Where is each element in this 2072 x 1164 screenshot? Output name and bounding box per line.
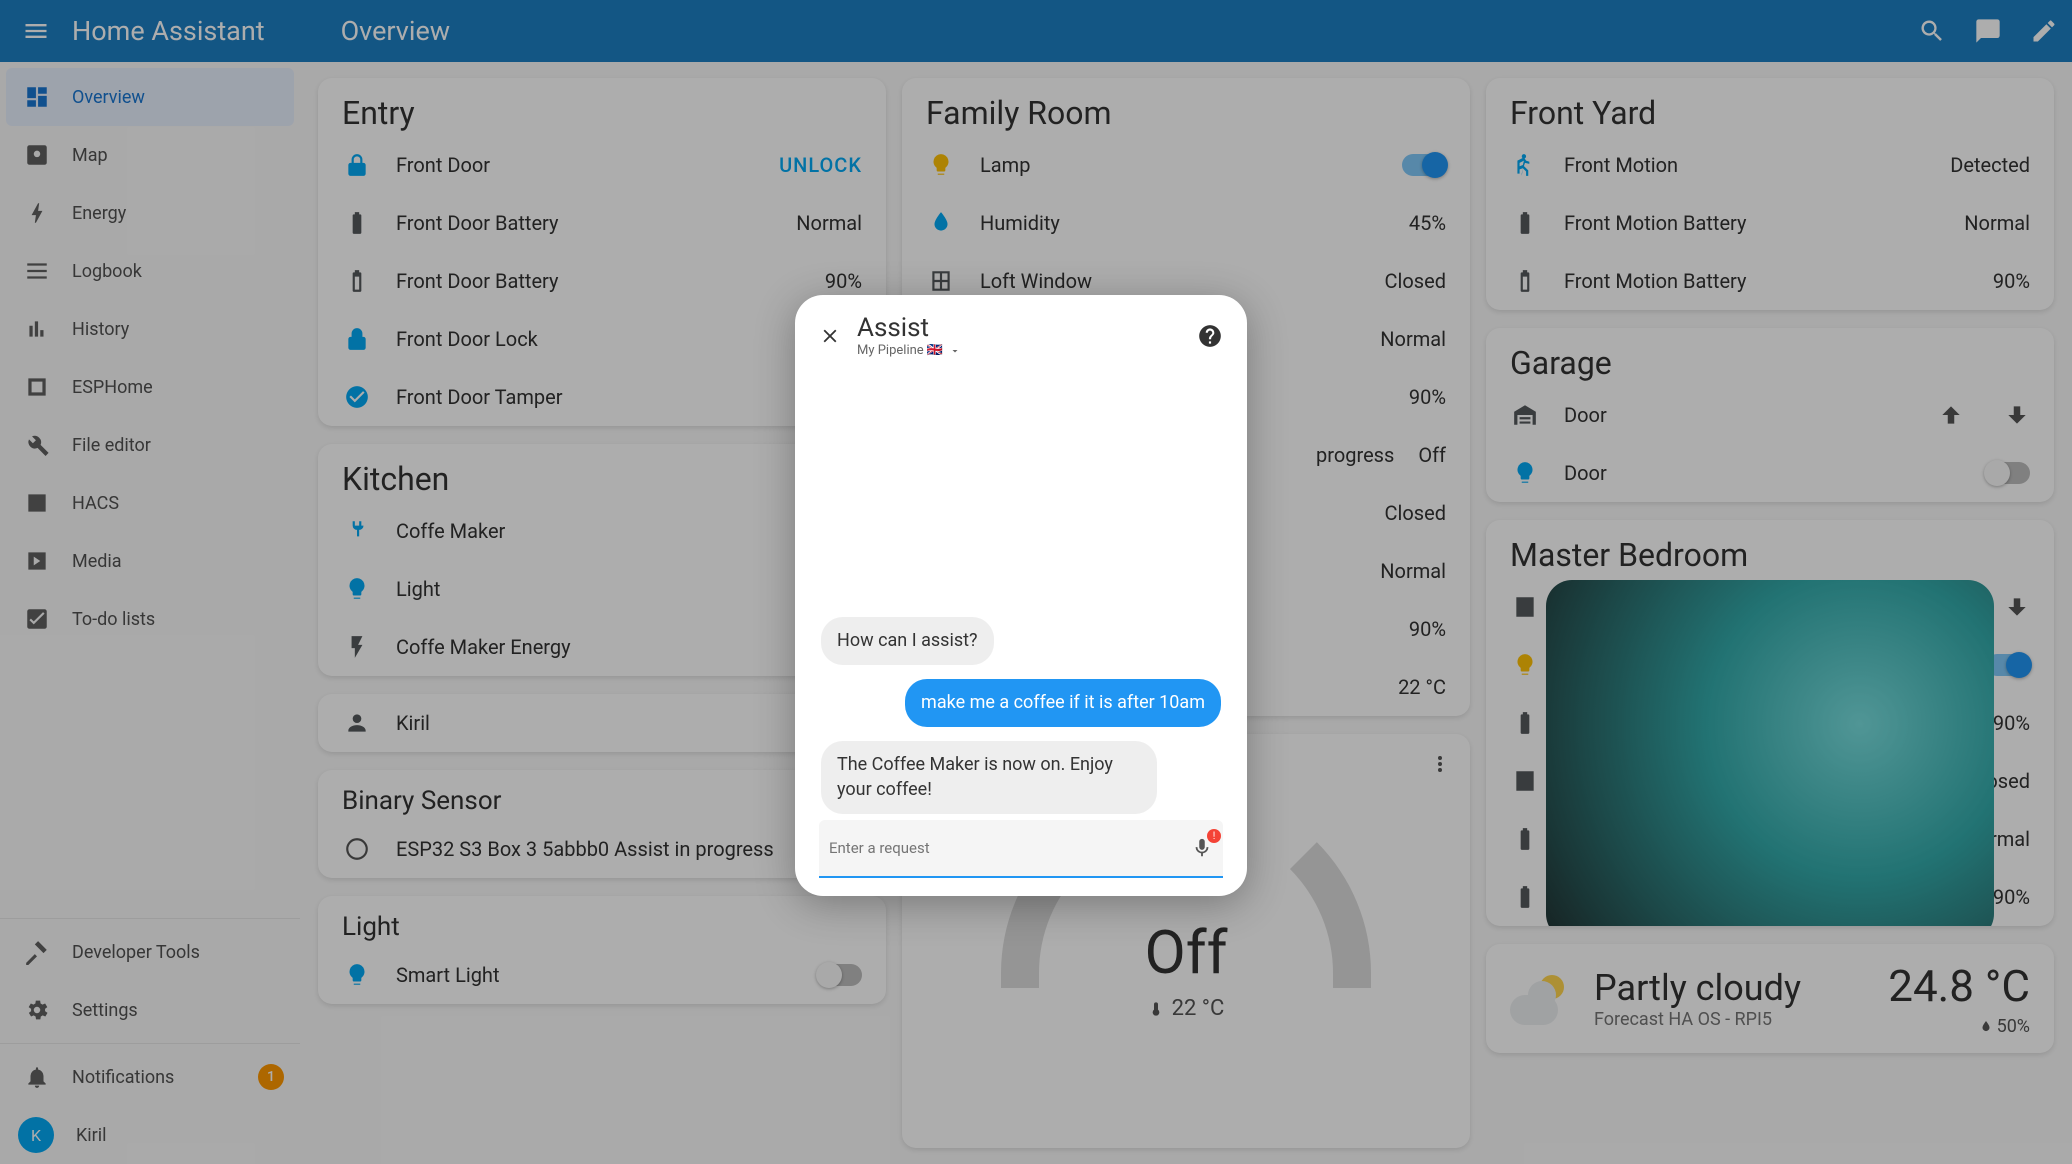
mic-button[interactable]: ! [1191, 837, 1213, 859]
help-icon[interactable] [1197, 323, 1223, 349]
mic-alert-badge: ! [1207, 829, 1221, 843]
close-button[interactable] [819, 325, 841, 347]
message-bot: The Coffee Maker is now on. Enjoy your c… [821, 741, 1157, 814]
message-user: make me a coffee if it is after 10am [905, 679, 1221, 727]
assist-input-wrap: ! [819, 820, 1223, 878]
conversation: How can I assist? make me a coffee if it… [819, 358, 1223, 820]
dialog-title: Assist [857, 313, 1181, 343]
assist-dialog: Assist My Pipeline 🇬🇧 How can I assist? … [795, 295, 1247, 896]
chevron-down-icon [949, 345, 961, 357]
message-bot: How can I assist? [821, 617, 994, 665]
pipeline-selector[interactable]: My Pipeline 🇬🇧 [857, 343, 1181, 358]
assist-input[interactable] [829, 839, 1191, 857]
